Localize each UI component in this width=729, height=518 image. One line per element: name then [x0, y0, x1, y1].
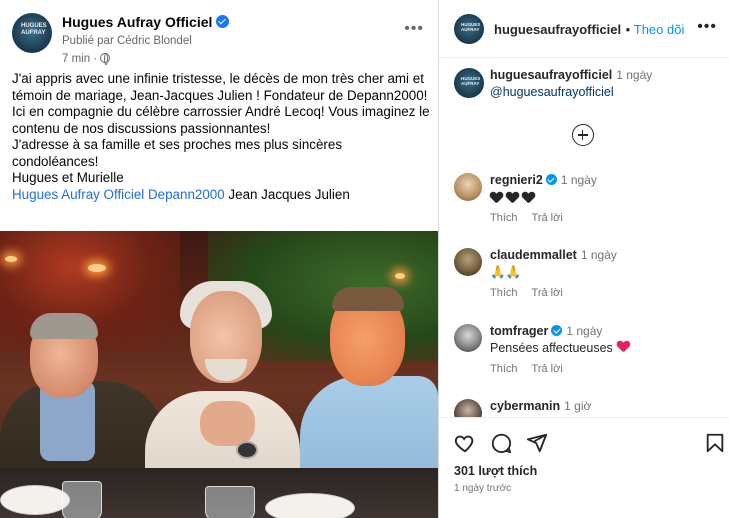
- instagram-panel: HUGUES AUFRAY huguesaufrayofficiel • The…: [439, 0, 729, 518]
- ig-header: HUGUES AUFRAY huguesaufrayofficiel • The…: [439, 0, 729, 58]
- tag-plain: Jean Jacques Julien: [228, 186, 350, 202]
- page-avatar[interactable]: HUGUES AUFRAY: [12, 13, 52, 53]
- comment-icon[interactable]: [490, 432, 512, 454]
- post-paragraph: J'ai appris avec une infinie tristesse, …: [12, 71, 430, 136]
- post-paragraph: Hugues et Murielle: [12, 170, 124, 185]
- caption-time[interactable]: 1 ngày: [616, 68, 652, 82]
- bookmark-icon[interactable]: [704, 432, 726, 454]
- load-more-comments-icon[interactable]: [572, 124, 594, 146]
- heart-icon[interactable]: [454, 432, 476, 454]
- like-comment-button[interactable]: Thích: [490, 287, 518, 299]
- comment-actions: Thích Trả lời: [490, 287, 577, 299]
- comment-time[interactable]: 1 ngày: [561, 173, 597, 187]
- comment-username[interactable]: regnieri2: [490, 173, 543, 187]
- comment-time[interactable]: 1 ngày: [566, 324, 602, 338]
- reply-comment-button[interactable]: Trả lời: [532, 212, 563, 224]
- black-heart-icon: [522, 192, 535, 204]
- person-left-hair: [30, 313, 98, 339]
- post-tags: Hugues Aufray Officiel Depann2000 Jean J…: [12, 187, 430, 204]
- avatar-logo-text: HUGUES AUFRAY: [461, 22, 481, 32]
- comment-header: regnieri2 1 ngày: [490, 173, 597, 187]
- verified-badge-icon: [551, 325, 563, 336]
- caption-username[interactable]: huguesaufrayofficiel: [490, 68, 612, 82]
- ig-actions-bar: 301 lượt thích 1 ngày trước: [439, 417, 729, 518]
- verified-badge-icon: [216, 15, 230, 28]
- comment-username[interactable]: claudemmallet: [490, 248, 577, 262]
- globe-icon: [100, 53, 111, 65]
- post-photo[interactable]: [0, 231, 438, 518]
- comment-item: regnieri2 1 ngày Thích Trả lời: [454, 173, 724, 229]
- comment-time[interactable]: 1 giờ: [564, 399, 591, 413]
- watch: [236, 441, 258, 459]
- comment-username[interactable]: tomfrager: [490, 324, 548, 338]
- comment-text-row: Pensées affectueuses: [490, 341, 630, 355]
- comment-actions: Thích Trả lời: [490, 212, 577, 224]
- page-name[interactable]: Hugues Aufray Officiel: [62, 14, 230, 30]
- plate: [265, 493, 355, 518]
- verified-badge-icon: [545, 174, 557, 185]
- like-comment-button[interactable]: Thích: [490, 363, 518, 375]
- person-center-hands: [200, 401, 255, 446]
- ig-header-avatar[interactable]: HUGUES AUFRAY: [454, 14, 484, 44]
- separator-dot: •: [625, 22, 634, 37]
- post-time[interactable]: 7 min ·: [62, 53, 111, 65]
- person-right-hair: [332, 287, 404, 311]
- published-by: Publié par Cédric Blondel: [62, 35, 192, 47]
- tag-link-page[interactable]: Hugues Aufray Officiel: [12, 187, 144, 202]
- reply-comment-button[interactable]: Trả lời: [532, 287, 563, 299]
- reply-comment-button[interactable]: Trả lời: [532, 363, 563, 375]
- comment-item: tomfrager 1 ngày Pensées affectueuses Thí…: [454, 324, 724, 380]
- follow-button[interactable]: Theo dõi: [634, 22, 685, 37]
- comment-item: cybermanin 1 giờ: [454, 399, 724, 417]
- comment-text: [490, 192, 538, 206]
- comment-header: tomfrager 1 ngày: [490, 324, 602, 338]
- red-heart-icon: [617, 341, 630, 353]
- ig-header-username[interactable]: huguesaufrayofficiel: [494, 22, 621, 37]
- ig-header-names: huguesaufrayofficiel • Theo dõi: [494, 21, 684, 39]
- post-header: HUGUES AUFRAY Hugues Aufray Officiel Pub…: [12, 10, 432, 65]
- comment-item: claudemmallet 1 ngày 🙏🙏 Thích Trả lời: [454, 248, 724, 304]
- caption-mention[interactable]: @huguesaufrayofficiel: [490, 85, 614, 99]
- post-time-text[interactable]: 7 min ·: [62, 53, 97, 65]
- comment-actions: Thích Trả lời: [490, 363, 577, 375]
- caption-header: huguesaufrayofficiel 1 ngày: [490, 68, 652, 82]
- comment-header: cybermanin 1 giờ: [490, 399, 591, 413]
- comment-header: claudemmallet 1 ngày: [490, 248, 617, 262]
- avatar-logo-text: HUGUES AUFRAY: [461, 76, 481, 86]
- ig-more-options-icon[interactable]: •••: [697, 18, 717, 36]
- lamp-light: [5, 256, 17, 262]
- comment-avatar[interactable]: [454, 173, 482, 201]
- page-name-text[interactable]: Hugues Aufray Officiel: [62, 14, 212, 30]
- black-heart-icon: [506, 192, 519, 204]
- facebook-post: HUGUES AUFRAY Hugues Aufray Officiel Pub…: [0, 0, 438, 518]
- comment-avatar[interactable]: [454, 248, 482, 276]
- more-options-icon[interactable]: •••: [404, 20, 424, 38]
- plate: [0, 485, 70, 515]
- post-paragraph: J'adresse à sa famille et ses proches me…: [12, 137, 343, 169]
- glass: [62, 481, 102, 518]
- comment-text: 🙏🙏: [490, 265, 522, 279]
- caption: HUGUES AUFRAY huguesaufrayofficiel 1 ngày…: [454, 68, 724, 108]
- comment-username[interactable]: cybermanin: [490, 399, 560, 413]
- post-date[interactable]: 1 ngày trước: [454, 483, 511, 494]
- caption-avatar[interactable]: HUGUES AUFRAY: [454, 68, 484, 98]
- share-icon[interactable]: [526, 432, 548, 454]
- comment-avatar[interactable]: [454, 324, 482, 352]
- lamp-light: [395, 273, 405, 279]
- tag-link-depann[interactable]: Depann2000: [148, 187, 225, 202]
- comment-text: Pensées affectueuses: [490, 341, 613, 355]
- avatar-logo-text: HUGUES AUFRAY: [21, 23, 47, 36]
- black-heart-icon: [490, 192, 503, 204]
- likes-count[interactable]: 301 lượt thích: [454, 464, 537, 478]
- post-text: J'ai appris avec une infinie tristesse, …: [12, 71, 430, 203]
- like-comment-button[interactable]: Thích: [490, 212, 518, 224]
- glass: [205, 486, 255, 518]
- lamp-light: [88, 264, 106, 272]
- comment-time[interactable]: 1 ngày: [581, 248, 617, 262]
- comment-avatar[interactable]: [454, 399, 482, 417]
